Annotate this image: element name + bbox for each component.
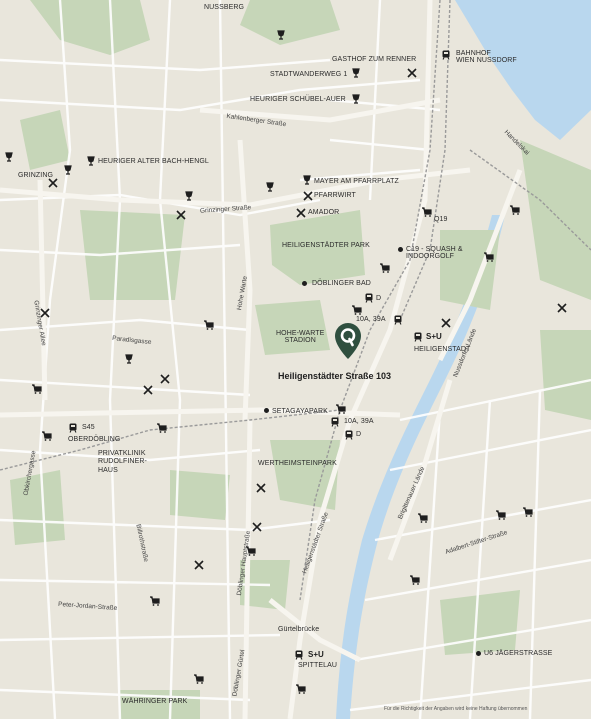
shopping-cart-icon[interactable] bbox=[336, 404, 346, 414]
park-area bbox=[520, 140, 591, 300]
shopping-cart-icon[interactable] bbox=[418, 513, 428, 523]
restaurant-icon[interactable] bbox=[252, 522, 262, 532]
place-nussberg: NUSSBERG bbox=[204, 4, 245, 11]
poi-dot[interactable] bbox=[302, 281, 307, 286]
shopping-cart-icon[interactable] bbox=[157, 423, 167, 433]
park-area bbox=[540, 330, 591, 420]
shopping-cart-icon[interactable] bbox=[496, 510, 506, 520]
wine-glass-icon[interactable] bbox=[302, 175, 312, 185]
place-doeblinger-bad: DÖBLINGER BAD bbox=[312, 280, 371, 287]
restaurant-icon[interactable] bbox=[303, 191, 313, 201]
poi-dot[interactable] bbox=[398, 247, 403, 252]
place-bachhengl: HEURIGER ALTER BACH-HENGL bbox=[98, 158, 209, 165]
place-q19: Q19 bbox=[434, 216, 448, 223]
wine-glass-icon[interactable] bbox=[63, 165, 73, 175]
place-wertheimsteinpark: WERTHEIMSTEINPARK bbox=[258, 460, 337, 467]
wine-glass-icon[interactable] bbox=[86, 156, 96, 166]
place-schuebel: HEURIGER SCHÜBEL-AUER bbox=[250, 96, 346, 103]
train-icon[interactable] bbox=[441, 50, 451, 60]
transit-su-spittelau: S+U bbox=[308, 650, 324, 659]
bus-icon[interactable] bbox=[330, 417, 340, 427]
bus-icon[interactable] bbox=[393, 315, 403, 325]
shopping-cart-icon[interactable] bbox=[484, 252, 494, 262]
restaurant-icon[interactable] bbox=[557, 303, 567, 313]
place-setagayapark: SETAGAYAPARK bbox=[272, 408, 328, 415]
restaurant-icon[interactable] bbox=[48, 178, 58, 188]
wine-glass-icon[interactable] bbox=[351, 94, 361, 104]
wine-glass-icon[interactable] bbox=[351, 68, 361, 78]
shopping-cart-icon[interactable] bbox=[150, 596, 160, 606]
shopping-cart-icon[interactable] bbox=[246, 546, 256, 556]
location-pin-icon[interactable] bbox=[334, 322, 362, 360]
shopping-cart-icon[interactable] bbox=[352, 305, 362, 315]
poi-dot[interactable] bbox=[476, 651, 481, 656]
restaurant-icon[interactable] bbox=[194, 560, 204, 570]
wine-glass-icon[interactable] bbox=[276, 30, 286, 40]
shopping-cart-icon[interactable] bbox=[204, 320, 214, 330]
train-icon[interactable] bbox=[68, 423, 78, 433]
shopping-cart-icon[interactable] bbox=[410, 575, 420, 585]
wine-glass-icon[interactable] bbox=[124, 354, 134, 364]
transit-s45: S45 bbox=[82, 424, 95, 431]
danube-river bbox=[455, 0, 591, 140]
place-mayer: MAYER AM PFARRPLATZ bbox=[314, 178, 399, 185]
restaurant-icon[interactable] bbox=[176, 210, 186, 220]
city-map[interactable]: NUSSBERG GASTHOF ZUM RENNER BAHNHOF WIEN… bbox=[0, 0, 591, 719]
transit-su-heiligenstadt: S+U bbox=[426, 332, 442, 341]
location-title: Heiligenstädter Straße 103 bbox=[278, 371, 392, 381]
road-grinzinger-strasse bbox=[0, 167, 471, 208]
place-pfarrwirt: PFARRWIRT bbox=[314, 192, 356, 199]
place-waehringer-park: WÄHRINGER PARK bbox=[122, 698, 188, 705]
shopping-cart-icon[interactable] bbox=[42, 431, 52, 441]
place-oberdoebling: OBERDÖBLING bbox=[68, 436, 121, 443]
park-area bbox=[20, 110, 70, 170]
transit-d-top: D bbox=[376, 295, 382, 302]
shopping-cart-icon[interactable] bbox=[523, 507, 533, 517]
disclaimer-note: Für die Richtigkeit der Angaben wird kei… bbox=[384, 706, 528, 712]
park-area bbox=[240, 0, 340, 45]
transit-d-mid: D bbox=[356, 431, 362, 438]
place-amador: AMADOR bbox=[308, 209, 340, 216]
place-bahnhof: BAHNHOF WIEN NUSSDORF bbox=[456, 50, 517, 64]
restaurant-icon[interactable] bbox=[407, 68, 417, 78]
park-area bbox=[255, 300, 330, 355]
place-spittelau: SPITTELAU bbox=[298, 662, 338, 669]
park-area bbox=[30, 0, 150, 55]
road-grinzinger-allee bbox=[37, 179, 48, 401]
place-guertelbruecke: Gürtelbrücke bbox=[278, 626, 320, 633]
park-area bbox=[270, 440, 340, 510]
poi-dot[interactable] bbox=[264, 408, 269, 413]
transit-bus-mid: 10A, 39A bbox=[344, 418, 374, 425]
wine-glass-icon[interactable] bbox=[184, 191, 194, 201]
place-stadtwanderweg: STADTWANDERWEG 1 bbox=[270, 71, 348, 78]
wine-glass-icon[interactable] bbox=[4, 152, 14, 162]
restaurant-icon[interactable] bbox=[441, 318, 451, 328]
place-u6: U6 JÄGERSTRASSE bbox=[484, 650, 553, 657]
shopping-cart-icon[interactable] bbox=[194, 674, 204, 684]
park-area bbox=[440, 590, 520, 655]
restaurant-icon[interactable] bbox=[40, 308, 50, 318]
shopping-cart-icon[interactable] bbox=[510, 205, 520, 215]
train-icon[interactable] bbox=[294, 650, 304, 660]
restaurant-icon[interactable] bbox=[143, 385, 153, 395]
map-base-layer bbox=[0, 0, 591, 719]
restaurant-icon[interactable] bbox=[160, 374, 170, 384]
place-heiligenstaedter-park: HEILIGENSTÄDTER PARK bbox=[282, 242, 370, 249]
train-icon[interactable] bbox=[413, 332, 423, 342]
shopping-cart-icon[interactable] bbox=[296, 684, 306, 694]
shopping-cart-icon[interactable] bbox=[422, 207, 432, 217]
place-gasthof: GASTHOF ZUM RENNER bbox=[332, 56, 417, 63]
place-c19: C19 - SQUASH & INDOORGOLF bbox=[406, 246, 463, 260]
place-privatklinik: PRIVATKLINIK RUDOLFINER- HAUS bbox=[98, 450, 147, 474]
tram-icon[interactable] bbox=[344, 430, 354, 440]
restaurant-icon[interactable] bbox=[296, 208, 306, 218]
restaurant-icon[interactable] bbox=[256, 483, 266, 493]
tram-icon[interactable] bbox=[364, 293, 374, 303]
park-area bbox=[10, 470, 65, 545]
park-area bbox=[170, 470, 230, 520]
place-hohe-warte: HOHE-WARTE STADION bbox=[276, 330, 325, 344]
wine-glass-icon[interactable] bbox=[265, 182, 275, 192]
shopping-cart-icon[interactable] bbox=[32, 384, 42, 394]
shopping-cart-icon[interactable] bbox=[380, 263, 390, 273]
